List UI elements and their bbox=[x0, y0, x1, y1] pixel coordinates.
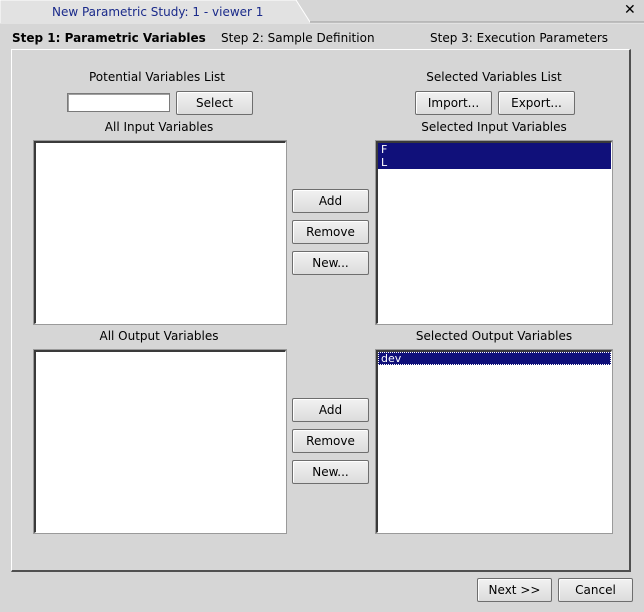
all-output-variables-heading: All Output Variables bbox=[99, 329, 219, 343]
selected-input-variables-heading: Selected Input Variables bbox=[421, 120, 567, 134]
add-input-button[interactable]: Add bbox=[292, 189, 369, 213]
new-output-button[interactable]: New... bbox=[292, 460, 369, 484]
selected-variables-heading: Selected Variables List bbox=[426, 70, 562, 84]
selected-input-variables-list[interactable]: F L bbox=[375, 140, 613, 325]
step-parametric-variables[interactable]: Step 1: Parametric Variables bbox=[12, 31, 206, 45]
title-bar: New Parametric Study: 1 - viewer 1 ✕ bbox=[0, 0, 644, 24]
export-button[interactable]: Export... bbox=[498, 91, 575, 115]
all-output-variables-list[interactable] bbox=[33, 349, 287, 534]
list-item[interactable]: dev bbox=[378, 352, 611, 365]
next-button[interactable]: Next >> bbox=[477, 578, 552, 602]
step-execution-parameters[interactable]: Step 3: Execution Parameters bbox=[430, 31, 608, 45]
remove-input-button[interactable]: Remove bbox=[292, 220, 369, 244]
close-icon[interactable]: ✕ bbox=[624, 3, 636, 17]
wizard-steps: Step 1: Parametric Variables Step 2: Sam… bbox=[0, 30, 644, 48]
all-input-variables-list[interactable] bbox=[33, 140, 287, 325]
new-input-button[interactable]: New... bbox=[292, 251, 369, 275]
selected-output-variables-heading: Selected Output Variables bbox=[415, 329, 573, 343]
import-button[interactable]: Import... bbox=[415, 91, 492, 115]
add-output-button[interactable]: Add bbox=[292, 398, 369, 422]
selected-output-variables-list[interactable]: dev bbox=[375, 349, 613, 534]
potential-variables-heading: Potential Variables List bbox=[88, 70, 225, 84]
cancel-button[interactable]: Cancel bbox=[558, 578, 633, 602]
step-sample-definition[interactable]: Step 2: Sample Definition bbox=[221, 31, 375, 45]
remove-output-button[interactable]: Remove bbox=[292, 429, 369, 453]
main-panel: Potential Variables List Select Selected… bbox=[11, 49, 631, 572]
all-input-variables-heading: All Input Variables bbox=[104, 120, 214, 134]
potential-variables-filter-input[interactable] bbox=[67, 93, 170, 112]
list-item[interactable]: F bbox=[378, 143, 611, 156]
select-button[interactable]: Select bbox=[176, 91, 253, 115]
window-title: New Parametric Study: 1 - viewer 1 bbox=[52, 5, 264, 19]
list-item[interactable]: L bbox=[378, 156, 611, 169]
